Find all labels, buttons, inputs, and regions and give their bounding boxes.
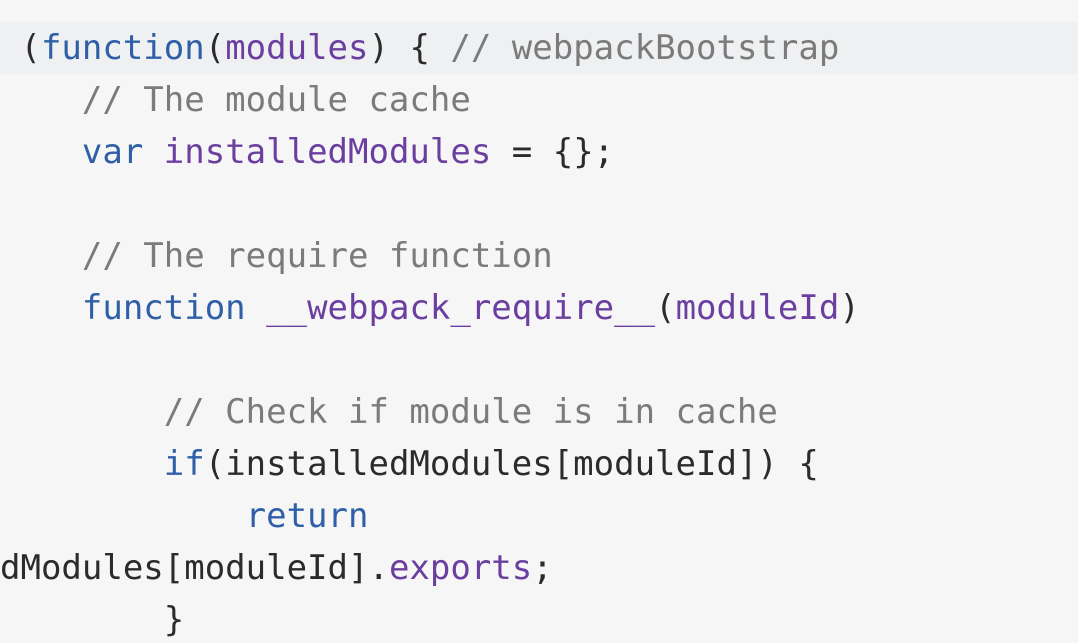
code-token: ( xyxy=(655,288,676,328)
code-token: ( xyxy=(204,28,226,68)
code-token: dModules[moduleId]. xyxy=(0,548,389,588)
code-token: ( xyxy=(0,28,41,68)
code-token: installedModules xyxy=(163,132,492,172)
code-token: if xyxy=(163,444,205,484)
code-token: // The module cache xyxy=(81,80,471,120)
code-line: var installedModules = {}; xyxy=(0,126,614,178)
code-token: } xyxy=(0,600,185,640)
code-line: // The require function xyxy=(0,230,553,282)
code-token: (installedModules[moduleId]) { xyxy=(204,444,819,484)
code-line: return xyxy=(0,490,369,542)
code-token: moduleId xyxy=(675,288,840,328)
code-line: function __webpack_require__(moduleId) xyxy=(0,282,860,334)
code-token: ) { xyxy=(368,28,451,68)
code-line: (function(modules) { // webpackBootstrap xyxy=(0,22,1078,74)
code-line: } xyxy=(0,594,184,643)
code-token: __webpack_require__ xyxy=(266,288,656,328)
code-viewer: (function(modules) { // webpackBootstrap… xyxy=(0,0,1078,643)
code-line: if(installedModules[moduleId]) { xyxy=(0,438,819,490)
code-token: ) xyxy=(839,288,860,328)
code-token: modules xyxy=(225,28,369,68)
code-token: = {}; xyxy=(491,132,615,172)
code-line: dModules[moduleId].exports; xyxy=(0,542,553,594)
code-token: // Check if module is in cache xyxy=(163,392,778,432)
code-token: // webpackBootstrap xyxy=(450,28,840,68)
code-token: function xyxy=(81,288,246,328)
code-line: // The module cache xyxy=(0,74,471,126)
code-token: // The require function xyxy=(81,236,553,276)
code-token: exports xyxy=(388,548,533,588)
code-token: var xyxy=(81,132,144,172)
code-token: return xyxy=(245,496,369,536)
code-line: // Check if module is in cache xyxy=(0,386,778,438)
code-token: function xyxy=(40,28,205,68)
code-token: ; xyxy=(532,548,553,588)
